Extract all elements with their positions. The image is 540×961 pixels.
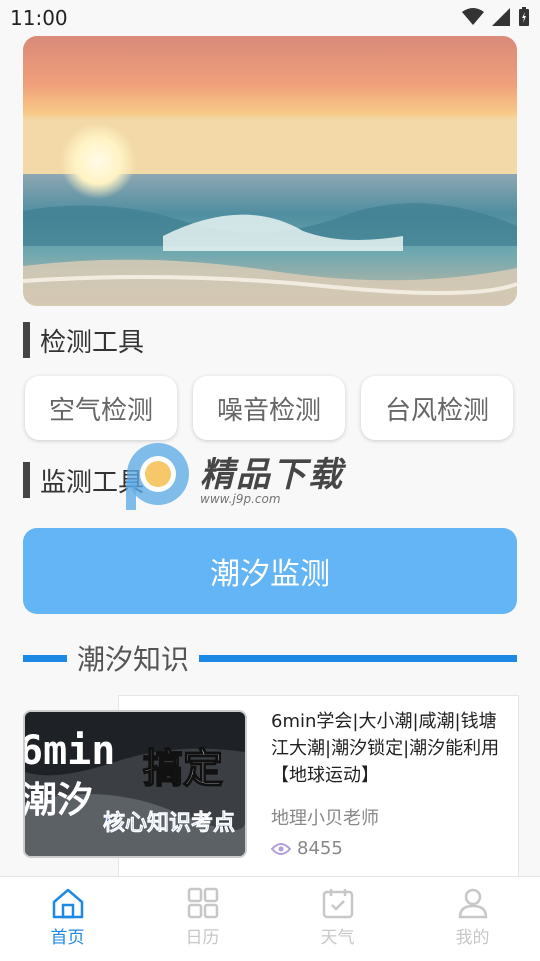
tab-calendar-label: 日历: [185, 928, 220, 948]
banner-image[interactable]: [23, 36, 517, 306]
tab-profile[interactable]: 我的: [405, 877, 540, 961]
video-thumbnail[interactable]: 6min 搞定 潮汐 核心知识考点: [23, 710, 247, 858]
watermark-logo: 精品下载 www.j9p.com: [122, 440, 344, 512]
calendar-grid-icon: [187, 887, 218, 919]
video-author: 地理小贝老师: [271, 808, 379, 829]
views-icon: [271, 842, 291, 855]
video-title[interactable]: 6min学会|大小潮|咸潮|钱塘江大潮|潮汐锁定|潮汐能利用【地球运动】: [271, 708, 511, 789]
status-time: 11:00: [10, 6, 68, 30]
typhoon-detect-button[interactable]: 台风检测: [361, 376, 513, 440]
bottom-tab-bar: 首页 日历 天气 我的: [0, 876, 540, 961]
battery-icon: [519, 7, 529, 26]
tab-profile-label: 我的: [455, 928, 490, 948]
tab-home-label: 首页: [50, 928, 85, 948]
tab-weather-label: 天气: [320, 928, 355, 948]
wifi-icon: [462, 8, 484, 25]
knowledge-title: 潮汐知识: [77, 643, 190, 676]
thumb-text-left: 潮汐: [25, 780, 93, 821]
status-bar: 11:00: [0, 0, 540, 36]
tab-calendar[interactable]: 日历: [135, 877, 270, 961]
noise-detect-button[interactable]: 噪音检测: [193, 376, 345, 440]
weather-check-icon: [322, 889, 353, 919]
thumb-text-right: 搞定: [143, 746, 223, 792]
tab-weather[interactable]: 天气: [270, 877, 405, 961]
home-icon: [52, 888, 83, 919]
watermark-p-icon: [126, 443, 189, 510]
profile-icon: [458, 888, 487, 919]
video-views: 8455: [297, 838, 343, 859]
tab-home[interactable]: 首页: [0, 877, 135, 961]
signal-icon: [492, 8, 510, 26]
air-detect-button[interactable]: 空气检测: [25, 376, 177, 440]
section-detect-tools: 检测工具: [23, 322, 144, 358]
thumb-text-big: 6min: [25, 728, 115, 774]
knowledge-header: 潮汐知识: [23, 636, 517, 680]
watermark-brand: 精品下载: [200, 454, 344, 495]
tide-monitor-button[interactable]: 潮汐监测: [23, 528, 517, 614]
thumb-text-sub: 核心知识考点: [103, 810, 235, 836]
section-detect-title: 检测工具: [40, 327, 145, 358]
